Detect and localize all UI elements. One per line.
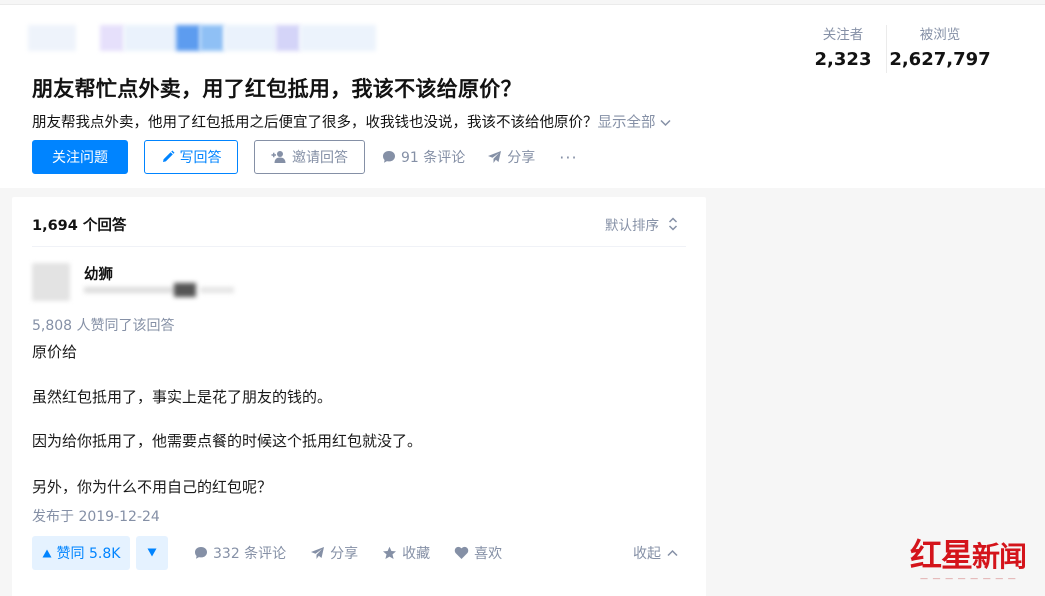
answer-list: 1,694 个回答 默认排序 幼狮 5,808 人赞同了该回答 原价给 虽然红包… (12, 197, 706, 596)
followers-stat[interactable]: 关注者 2,323 (800, 23, 886, 73)
avatar[interactable] (32, 263, 70, 301)
answer-comments-label: 332 条评论 (213, 546, 287, 562)
follow-question-button[interactable]: 关注问题 (32, 140, 128, 174)
comment-icon (382, 150, 396, 164)
question-detail: 朋友帮我点外卖，他用了红包抵用之后便宜了很多，收我钱也没说，我该不该给他原价？显… (32, 111, 671, 132)
question-actions: 关注问题 写回答 邀请回答 91 条评论 分享 ··· (32, 139, 578, 175)
answer-comments-button[interactable]: 332 条评论 (194, 543, 286, 563)
add-user-icon (271, 150, 287, 164)
views-stat: 被浏览 2,627,797 (887, 23, 993, 73)
write-answer-button[interactable]: 写回答 (144, 140, 238, 174)
upvote-button[interactable]: 赞同 5.8K (32, 536, 130, 570)
question-share-button[interactable]: 分享 (487, 147, 535, 167)
author-bio-blurred (84, 283, 234, 297)
watermark-text-a: 红星 (910, 536, 973, 574)
favorite-button[interactable]: 收藏 (382, 543, 430, 563)
upvote-label: 赞同 5.8K (56, 546, 121, 562)
question-title: 朋友帮忙点外卖，用了红包抵用，我该不该给原价？ (32, 77, 522, 101)
answer-share-button[interactable]: 分享 (310, 543, 358, 563)
pencil-icon (161, 150, 175, 164)
question-share-label: 分享 (507, 150, 536, 166)
collapse-label: 收起 (633, 546, 661, 562)
views-label: 被浏览 (919, 27, 961, 43)
favorite-label: 收藏 (402, 546, 431, 562)
like-label: 喜欢 (474, 546, 503, 562)
share-icon (310, 546, 325, 560)
answer-paragraph: 因为给你抵用了，他需要点餐的时候这个抵用红包就没了。 (32, 432, 423, 450)
chevron-down-icon[interactable] (659, 117, 671, 130)
question-stats: 关注者 2,323 被浏览 2,627,797 (800, 23, 993, 73)
answer-actions: 赞同 5.8K 332 条评论 分享 收藏 喜欢 收起 (32, 535, 686, 571)
followers-label: 关注者 (822, 27, 864, 43)
answer-author: 幼狮 (32, 263, 686, 303)
chevron-up-icon (667, 549, 678, 557)
like-button[interactable]: 喜欢 (454, 543, 502, 563)
answer-paragraph: 另外，你为什么不用自己的红包呢？ (32, 478, 273, 496)
news-watermark: 红星新闻 — — — — — — — — (910, 530, 1040, 590)
downvote-button[interactable] (136, 536, 168, 570)
invite-answer-label: 邀请回答 (292, 150, 348, 166)
watermark-text-b: 新闻 (972, 540, 1027, 573)
collapse-button[interactable]: 收起 (633, 543, 678, 563)
question-detail-text: 朋友帮我点外卖，他用了红包抵用之后便宜了很多，收我钱也没说，我该不该给他原价？ (32, 115, 598, 131)
question-header: 朋友帮忙点外卖，用了红包抵用，我该不该给原价？ 朋友帮我点外卖，他用了红包抵用之… (0, 4, 1045, 188)
answer-list-header: 1,694 个回答 默认排序 (32, 197, 686, 247)
question-comments-button[interactable]: 91 条评论 (382, 147, 465, 167)
author-name[interactable]: 幼狮 (84, 263, 113, 284)
sort-dropdown[interactable]: 默认排序 (605, 214, 678, 234)
heart-icon (454, 546, 469, 560)
invite-answer-button[interactable]: 邀请回答 (254, 140, 365, 174)
star-icon (382, 546, 397, 560)
question-comments-label: 91 条评论 (401, 150, 466, 166)
sort-label: 默认排序 (605, 218, 659, 234)
voters-count[interactable]: 5,808 人赞同了该回答 (32, 315, 175, 335)
topic-tags-blurred[interactable] (28, 25, 378, 51)
triangle-down-icon (147, 546, 157, 560)
write-answer-label: 写回答 (179, 150, 222, 166)
followers-value: 2,323 (814, 49, 872, 70)
comment-icon (194, 546, 208, 560)
answer-count: 1,694 个回答 (32, 218, 127, 234)
share-icon (487, 150, 502, 164)
watermark-subtext: — — — — — — — — (920, 574, 1017, 583)
triangle-up-icon (42, 549, 52, 558)
sort-toggle-icon (668, 217, 678, 231)
answer-paragraph: 虽然红包抵用了，事实上是花了朋友的钱的。 (32, 388, 333, 406)
answer-share-label: 分享 (330, 546, 359, 562)
show-all-link[interactable]: 显示全部 (598, 115, 656, 131)
answer-paragraph: 原价给 (32, 343, 78, 361)
watermark-logo: 红星新闻 (910, 530, 1027, 576)
more-options-icon[interactable]: ··· (559, 148, 577, 167)
publish-date[interactable]: 发布于 2019-12-24 (32, 506, 160, 526)
views-value: 2,627,797 (889, 49, 991, 70)
